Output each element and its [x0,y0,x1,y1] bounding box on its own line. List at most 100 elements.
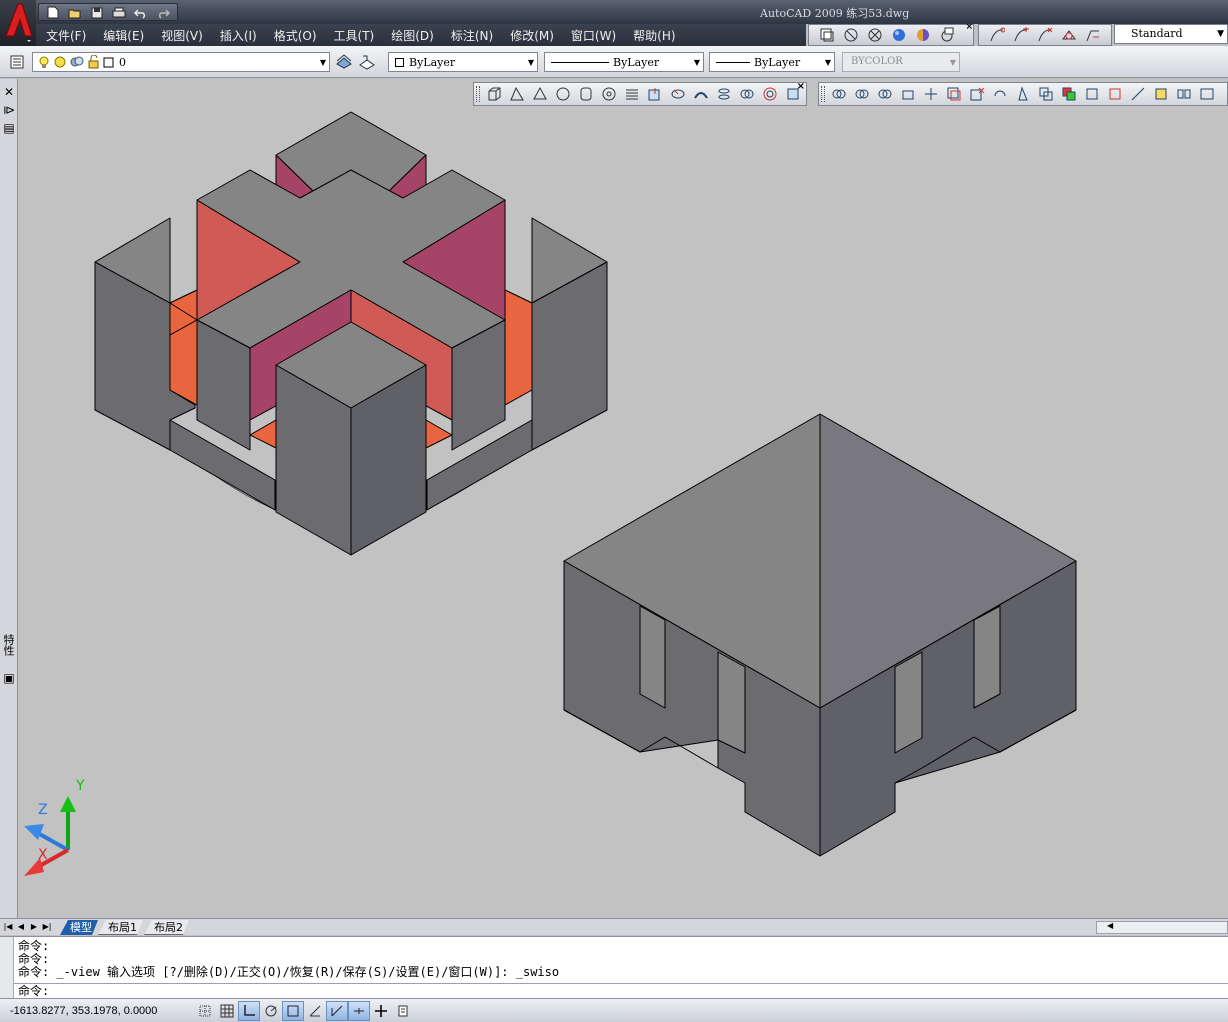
crease-mesh-icon[interactable] [1035,25,1055,45]
rotate-faces-icon[interactable] [990,84,1010,104]
menu-dimension[interactable]: 标注(N) [451,27,493,44]
shell-icon[interactable] [1197,84,1217,104]
make-object-layer-current-icon[interactable] [334,52,354,72]
tab-model[interactable]: 模型 [60,920,98,935]
menu-file[interactable]: 文件(F) [46,27,86,44]
application-menu-button[interactable] [0,0,36,46]
menu-insert[interactable]: 插入(I) [220,27,257,44]
copy-edges-icon[interactable] [1082,84,1102,104]
grid-display-icon[interactable] [216,1001,238,1021]
autohide-icon[interactable]: ⧐ [2,103,16,117]
command-window-grip[interactable] [0,937,14,999]
close-toolbar-icon[interactable]: × [797,81,805,92]
menu-help[interactable]: 帮助(H) [633,27,675,44]
pyramid-roof-solid[interactable] [563,413,1077,857]
object-snap-tracking-icon[interactable] [304,1001,326,1021]
realistic-style-icon[interactable] [889,25,909,45]
color-select[interactable]: ByLayer ▼ [388,52,538,72]
menu-tools[interactable]: 工具(T) [334,27,375,44]
command-input[interactable]: 命令: [18,985,49,998]
extrude-faces-icon[interactable] [898,84,918,104]
menu-edit[interactable]: 编辑(E) [103,27,144,44]
last-tab-icon[interactable]: ▶| [41,921,53,933]
subtract-icon[interactable] [760,84,780,104]
shademode-icon[interactable] [937,25,957,45]
subtract-solids-icon[interactable] [852,84,872,104]
snap-mode-icon[interactable] [194,1001,216,1021]
quick-properties-icon[interactable] [392,1001,414,1021]
helix-icon[interactable] [622,84,642,104]
sphere-icon[interactable] [553,84,573,104]
box-icon[interactable] [484,84,504,104]
menu-format[interactable]: 格式(O) [274,27,317,44]
extrude-face-icon[interactable] [1083,25,1103,45]
object-snap-icon[interactable] [282,1001,304,1021]
palette-properties-icon[interactable]: ▤ [2,121,16,135]
imprint-icon[interactable] [1128,84,1148,104]
ortho-mode-icon[interactable] [238,1001,260,1021]
wireframe-3d-icon[interactable] [865,25,885,45]
split-face-icon[interactable] [1059,25,1079,45]
wireframe-2d-icon[interactable] [841,25,861,45]
torus-icon[interactable] [599,84,619,104]
previous-tab-icon[interactable]: ◀ [15,921,27,933]
close-icon[interactable]: ✕ [2,85,16,99]
separate-icon[interactable] [1174,84,1194,104]
save-icon[interactable] [87,5,107,20]
lineweight-toggle-icon[interactable] [370,1001,392,1021]
redo-icon[interactable] [153,5,173,20]
taper-faces-icon[interactable] [1013,84,1033,104]
dynamic-input-icon[interactable] [348,1001,370,1021]
tab-layout2[interactable]: 布局2 [144,920,189,935]
new-file-icon[interactable] [43,5,63,20]
sweep-icon[interactable] [691,84,711,104]
menu-draw[interactable]: 绘图(D) [391,27,434,44]
loft-icon[interactable] [714,84,734,104]
menu-modify[interactable]: 修改(M) [510,27,554,44]
delete-faces-icon[interactable] [967,84,987,104]
wedge-icon[interactable] [507,84,527,104]
menu-window[interactable]: 窗口(W) [571,27,616,44]
text-style-select[interactable]: Standard ▼ [1114,24,1228,44]
refine-mesh-icon[interactable] [1011,25,1031,45]
linetype-select[interactable]: ByLayer ▼ [544,52,704,72]
menu-view[interactable]: 视图(V) [161,27,203,44]
color-edges-icon[interactable] [1105,84,1125,104]
intersect-solids-icon[interactable] [875,84,895,104]
plot-style-select[interactable]: BYCOLOR ▼ [842,52,960,72]
cut-solid-model[interactable] [94,111,608,556]
visual-styles-manager-icon[interactable] [817,25,837,45]
extrude-icon[interactable] [645,84,665,104]
cylinder-icon[interactable] [576,84,596,104]
layer-select[interactable]: 0 ▼ [32,52,330,72]
palette-tab-icon[interactable]: ▣ [2,671,16,685]
move-faces-icon[interactable] [921,84,941,104]
undo-icon[interactable] [131,5,151,20]
clean-icon[interactable] [1151,84,1171,104]
scroll-left-icon[interactable]: ◀ [1107,921,1113,930]
revolve-icon[interactable] [668,84,688,104]
tab-layout1[interactable]: 布局1 [98,920,143,935]
dynamic-ucs-icon[interactable] [326,1001,348,1021]
toolbar-grip-handle[interactable] [821,86,825,102]
cone-icon[interactable] [530,84,550,104]
layer-properties-manager-icon[interactable] [8,52,30,72]
close-toolbar-icon[interactable]: × [965,22,973,32]
model-space-viewport[interactable]: Y Z X [18,79,1228,918]
open-file-icon[interactable] [65,5,85,20]
polar-tracking-icon[interactable] [260,1001,282,1021]
next-tab-icon[interactable]: ▶ [28,921,40,933]
layer-previous-icon[interactable] [357,52,377,72]
smooth-mesh-icon[interactable] [987,25,1007,45]
print-icon[interactable] [109,5,129,20]
offset-faces-icon[interactable] [944,84,964,104]
union-solids-icon[interactable] [829,84,849,104]
color-faces-icon[interactable] [1059,84,1079,104]
union-icon[interactable] [737,84,757,104]
drawing-area[interactable]: Y Z X × [18,79,1228,918]
conceptual-style-icon[interactable] [913,25,933,45]
horizontal-scrollbar[interactable]: ◀ [1096,921,1228,934]
lineweight-select[interactable]: ByLayer ▼ [709,52,835,72]
toolbar-grip-handle[interactable] [476,86,480,102]
first-tab-icon[interactable]: |◀ [2,921,14,933]
